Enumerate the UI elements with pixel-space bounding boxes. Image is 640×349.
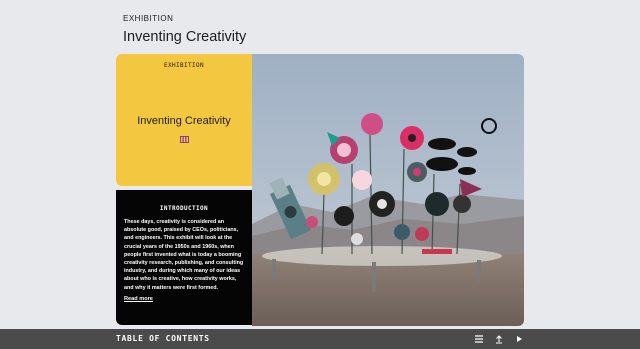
museum-emblem-icon (180, 136, 189, 143)
share-icon[interactable] (494, 334, 504, 344)
page-title: Inventing Creativity (123, 29, 247, 45)
read-more-link[interactable]: Read more (124, 296, 153, 302)
bottom-bar: TABLE OF CONTENTS (0, 329, 640, 349)
cover-title: Inventing Creativity (137, 115, 231, 127)
list-icon[interactable] (474, 334, 484, 344)
exhibit-photo (252, 54, 524, 326)
cover-card: EXHIBITION Inventing Creativity (116, 54, 252, 186)
cover-kicker: EXHIBITION (163, 62, 205, 69)
exhibit-photo-art (252, 54, 524, 326)
play-icon[interactable] (514, 334, 524, 344)
table-of-contents-button[interactable]: TABLE OF CONTENTS (116, 334, 210, 343)
intro-heading: INTRODUCTION (159, 205, 209, 212)
exhibition-eyebrow: EXHIBITION (123, 14, 174, 23)
intro-card: INTRODUCTION These days, creativity is c… (116, 190, 252, 325)
intro-body: These days, creativity is considered an … (124, 219, 244, 291)
bottom-icons (474, 333, 524, 345)
